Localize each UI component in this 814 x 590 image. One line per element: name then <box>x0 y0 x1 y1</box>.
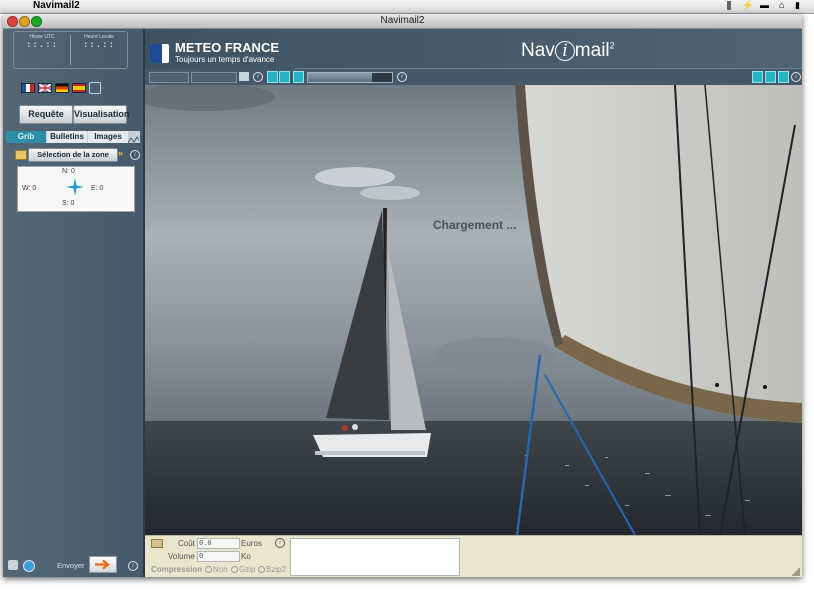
meteo-france-logo <box>150 44 169 63</box>
zone-east-label: E: 0 <box>91 185 104 192</box>
layers-icon[interactable] <box>239 72 249 81</box>
toolbar-field-2[interactable] <box>191 72 237 83</box>
tab-images[interactable]: Images <box>88 131 128 143</box>
app-menu-name[interactable]: Navimail2 <box>33 0 80 11</box>
local-clock: Heure Locale ::.:: <box>71 34 127 50</box>
utc-clock-value: ::.:: <box>25 40 59 50</box>
zone-select-button[interactable]: Sélection de la zone <box>28 148 118 162</box>
utc-clock: Heure UTC ::.:: <box>14 34 70 50</box>
compression-radio-none[interactable] <box>205 566 212 573</box>
request-button[interactable]: Requête <box>19 105 73 124</box>
cost-field: 0.0 <box>197 538 240 549</box>
message-area[interactable] <box>290 538 460 576</box>
print-icon[interactable] <box>752 71 763 83</box>
sailing-photo <box>145 85 802 535</box>
compression-radio-gzip[interactable] <box>231 566 238 573</box>
language-other-icon[interactable] <box>89 82 101 94</box>
compression-option-none: Non <box>213 565 228 574</box>
send-label: Envoyer <box>57 561 85 570</box>
toolbar-field-1[interactable] <box>149 72 189 83</box>
zoom-in-icon[interactable] <box>267 71 278 83</box>
compression-option-bzip2: Bzip2 <box>266 565 287 574</box>
flag-french-icon[interactable] <box>21 83 35 93</box>
local-clock-value: ::.:: <box>82 40 116 50</box>
tab-bulletins[interactable]: Bulletins <box>47 131 87 143</box>
cost-info-icon[interactable]: i <box>275 538 285 548</box>
zone-info-icon[interactable]: i <box>130 150 140 160</box>
window-titlebar: Navimail2 <box>3 14 802 29</box>
product-name-left: Nav <box>521 40 555 61</box>
timeline-slider[interactable] <box>307 72 393 83</box>
app-header: METEO FRANCE Toujours un temps d'avance … <box>145 29 802 69</box>
close-window-button[interactable] <box>7 16 18 27</box>
product-name-i: i <box>554 41 575 61</box>
status-indicator-icon <box>727 1 731 10</box>
volume-unit: Ko <box>241 552 251 561</box>
visualisation-button[interactable]: Visualisation <box>73 105 129 124</box>
zoom-window-button[interactable] <box>31 16 42 27</box>
truck-icon[interactable]: ▬ <box>760 0 769 10</box>
battery-icon[interactable]: ▮ <box>795 0 800 11</box>
resize-grip-icon[interactable] <box>791 567 800 576</box>
brand-tagline: Toujours un temps d'avance <box>175 55 275 64</box>
window-title: Navimail2 <box>380 15 425 26</box>
product-superscript: 2 <box>609 40 615 51</box>
open-file-icon[interactable] <box>151 539 163 548</box>
toolbar-info-icon-1[interactable]: i <box>253 72 263 82</box>
sidebar: Heure UTC ::.:: Heure Locale ::.:: Requê… <box>3 29 145 577</box>
compression-label: Compression <box>151 565 203 574</box>
send-button[interactable] <box>89 556 117 573</box>
flag-spanish-icon[interactable] <box>72 83 86 93</box>
forward-arrows-icon[interactable]: » <box>118 148 123 158</box>
cost-label: Coût <box>178 539 195 548</box>
viewer-toolbar: i i i <box>145 69 802 85</box>
product-name-right: mail <box>574 40 610 61</box>
compression-radio-bzip2[interactable] <box>258 566 265 573</box>
folder-open-icon[interactable] <box>15 150 27 160</box>
tab-grib[interactable]: Grib <box>6 131 46 143</box>
cost-panel: Coût 0.0 Euros Volume 0 Ko i Compression… <box>145 535 802 577</box>
home-icon[interactable]: ⌂ <box>779 0 784 10</box>
app-window: Navimail2 Heure UTC ::.:: Heure Locale :… <box>3 14 802 577</box>
save-icon[interactable] <box>765 71 776 83</box>
compass-rose-icon <box>66 178 84 196</box>
flag-german-icon[interactable] <box>55 83 69 93</box>
minimize-window-button[interactable] <box>19 16 30 27</box>
wifi-icon[interactable]: ⚡ <box>742 0 753 11</box>
chart-icon[interactable] <box>127 132 140 144</box>
brand-name: METEO FRANCE <box>175 40 279 55</box>
volume-label: Volume <box>168 552 195 561</box>
toolbar-info-icon-3[interactable]: i <box>791 72 801 82</box>
send-info-icon[interactable]: i <box>128 561 138 571</box>
cost-unit: Euros <box>241 539 262 548</box>
volume-field: 0 <box>197 551 240 562</box>
zone-north-label: N: 0 <box>62 168 75 175</box>
refresh-icon[interactable] <box>23 560 35 572</box>
system-menu-bar: Navimail2 ⚡ ▬ ⌂ ▮ <box>0 0 814 14</box>
product-logo: Nav i mail2 <box>521 40 615 62</box>
clock-panel: Heure UTC ::.:: Heure Locale ::.:: <box>13 31 128 69</box>
toolbar-info-icon-2[interactable]: i <box>397 72 407 82</box>
zone-coordinates-panel: N: 0 W: 0 E: 0 S: 0 <box>17 166 135 212</box>
zone-south-label: S: 0 <box>62 200 75 207</box>
compression-option-gzip: Gzip <box>239 565 256 574</box>
loading-text: Chargement ... <box>433 218 517 232</box>
timeline-slider-thumb[interactable] <box>372 73 392 82</box>
flag-english-icon[interactable] <box>38 83 52 93</box>
zone-west-label: W: 0 <box>22 185 37 192</box>
download-icon[interactable] <box>293 71 304 83</box>
image-viewer: Chargement ... <box>145 85 802 535</box>
zoom-out-icon[interactable] <box>279 71 290 83</box>
settings-icon[interactable] <box>8 560 18 570</box>
export-icon[interactable] <box>778 71 789 83</box>
